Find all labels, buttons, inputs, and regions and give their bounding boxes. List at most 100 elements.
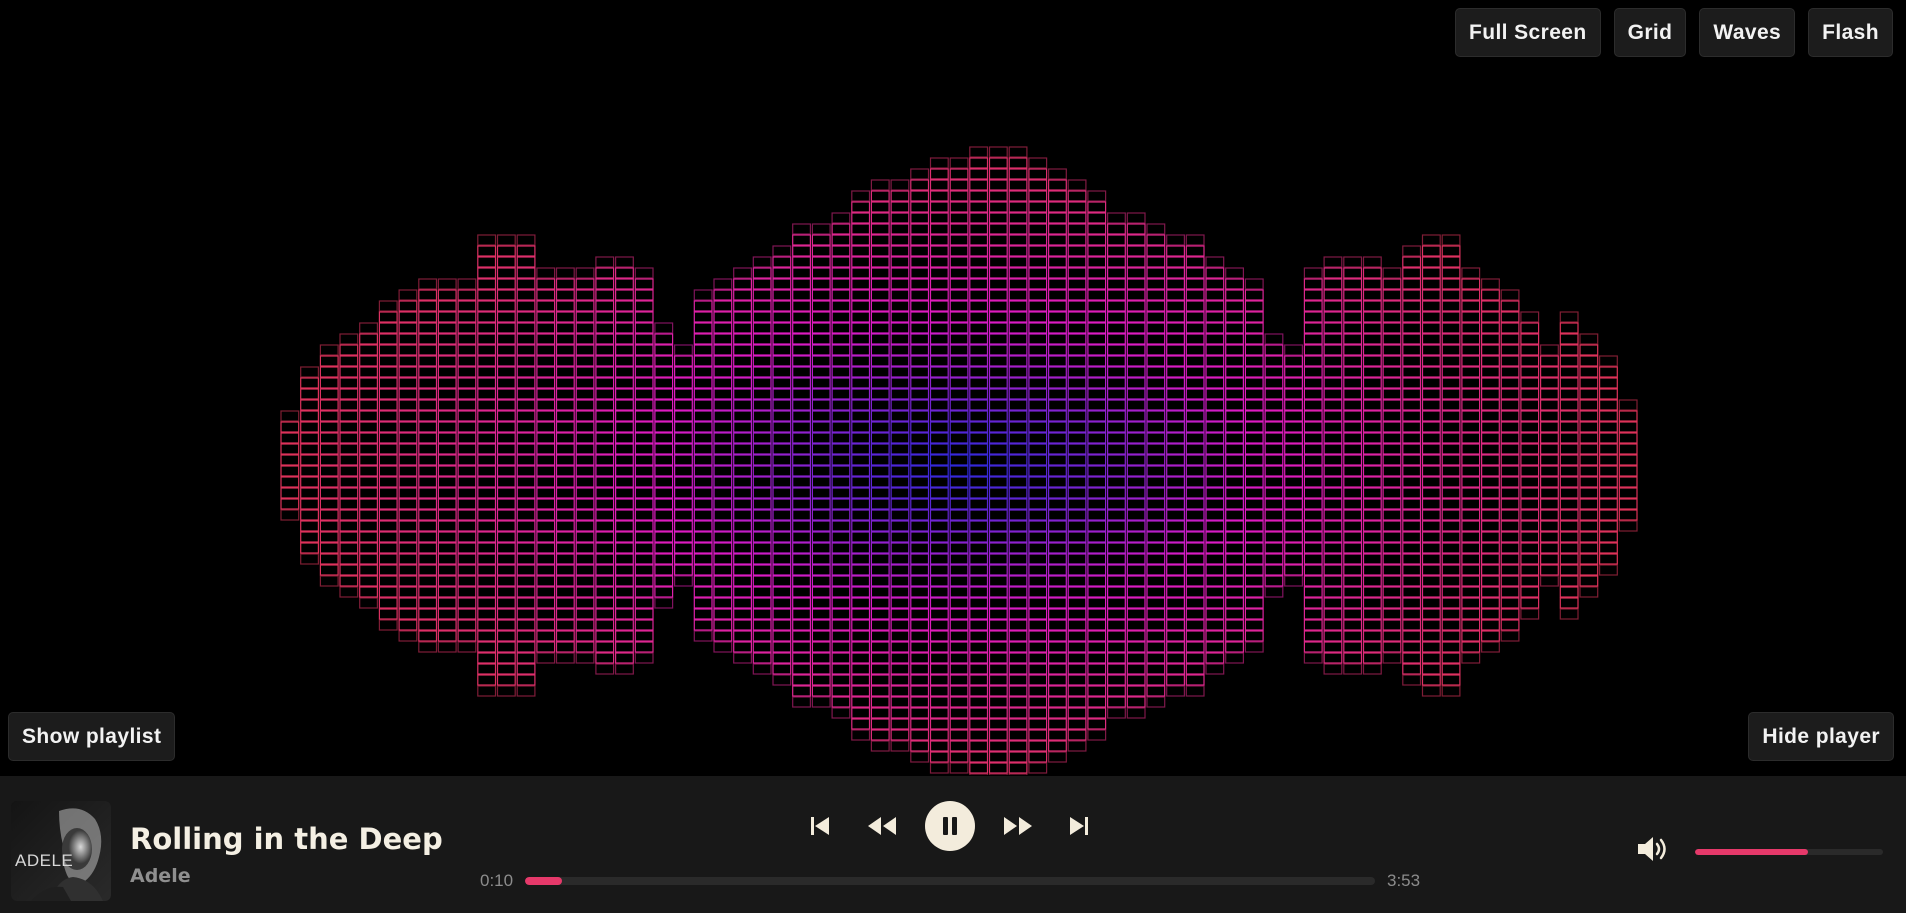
visualizer-cell [1106,575,1126,587]
visualizer-cell [1047,597,1067,609]
visualizer-cell [1539,432,1559,444]
visualizer-cell [851,454,871,466]
visualizer-cell [890,278,910,290]
visualizer-cell [929,553,949,565]
visualizer-cell [555,388,575,400]
next-track-button[interactable] [1067,813,1091,839]
volume-button[interactable] [1636,834,1670,864]
visualizer-cell [772,278,792,290]
visualizer-cell [1421,267,1441,279]
visualizer-cell [555,520,575,532]
visualizer-cell [555,641,575,653]
visualizer-cell [988,421,1008,433]
visualizer-cell [654,564,674,576]
visualizer-cell [1028,586,1048,598]
visualizer-cell [851,608,871,620]
visualizer-cell [516,498,536,510]
visualizer-cell [378,487,398,499]
visualizer-cell [1500,443,1520,455]
visualizer-cell [1067,223,1087,235]
visualizer-cell [1244,421,1264,433]
volume-slider[interactable] [1695,849,1883,855]
visualizer-cell [418,311,438,323]
visualizer-cell [733,278,753,290]
visualizer-cell [437,399,457,411]
visualizer-cell [733,575,753,587]
visualizer-cell [693,531,713,543]
fast-forward-button[interactable] [1001,813,1035,839]
visualizer-cell [1421,498,1441,510]
visualizer-cell [1047,443,1067,455]
visualizer-cell [1402,443,1422,455]
visualizer-cell [929,597,949,609]
visualizer-cell [319,344,339,356]
visualizer-cell [1087,278,1107,290]
visualizer-cell [457,377,477,389]
visualizer-cell [378,410,398,422]
visualizer-cell [418,575,438,587]
visualizer-cell [969,740,989,752]
visualizer-cell [575,597,595,609]
visualizer-cell [1205,355,1225,367]
waves-mode-button[interactable]: Waves [1699,8,1796,57]
visualizer-cell [693,597,713,609]
visualizer-cell [792,487,812,499]
visualizer-cell [969,212,989,224]
visualizer-cell [516,333,536,345]
visualizer-cell [1126,245,1146,257]
flash-mode-button[interactable]: Flash [1808,8,1893,57]
visualizer-cell [1303,509,1323,521]
visualizer-cell [359,498,379,510]
visualizer-cell [1047,630,1067,642]
visualizer-cell [1067,707,1087,719]
visualizer-cell [1323,377,1343,389]
visualizer-cell [929,630,949,642]
visualizer-cell [792,256,812,268]
visualizer-cell [1303,454,1323,466]
pause-icon [943,817,957,835]
visualizer-cell [1244,476,1264,488]
visualizer-cell [831,663,851,675]
visualizer-cell [870,432,890,444]
visualizer-cell [1087,498,1107,510]
visualizer-cell [1500,476,1520,488]
visualizer-cell [398,388,418,400]
previous-track-button[interactable] [808,813,832,839]
visualizer-cell [969,465,989,477]
visualizer-cell [673,542,693,554]
rewind-button[interactable] [865,813,899,839]
visualizer-cell [1067,333,1087,345]
visualizer-cell [1087,685,1107,697]
progress-bar[interactable] [525,877,1375,885]
visualizer-cell [1225,366,1244,378]
visualizer-cell [1008,652,1028,664]
visualizer-cell [1047,740,1067,752]
visualizer-cell [1008,278,1028,290]
hide-player-button[interactable]: Hide player [1748,712,1894,761]
full-screen-button[interactable]: Full Screen [1454,8,1601,57]
visualizer-cell [969,476,989,488]
visualizer-cell [1047,575,1067,587]
visualizer-cell [496,586,516,598]
visualizer-cell [792,663,812,675]
visualizer-cell [1264,388,1284,400]
visualizer-cell [496,311,516,323]
visualizer-cell [1008,201,1028,213]
visualizer-cell [1244,377,1264,389]
visualizer-cell [1421,542,1441,554]
visualizer-cell [910,245,930,257]
visualizer-cell [418,388,438,400]
visualizer-cell [1067,553,1087,565]
visualizer-cell [969,168,989,180]
visualizer-cell [969,729,989,741]
visualizer-cell [673,575,693,587]
pause-button[interactable] [925,801,975,851]
grid-mode-button[interactable]: Grid [1613,8,1687,57]
visualizer-cell [359,586,379,598]
visualizer-cell [1303,333,1323,345]
visualizer-cell [1362,256,1382,268]
visualizer-cell [929,531,949,543]
visualizer-cell [811,641,831,653]
visualizer-cell [1047,377,1067,389]
show-playlist-button[interactable]: Show playlist [8,712,176,761]
